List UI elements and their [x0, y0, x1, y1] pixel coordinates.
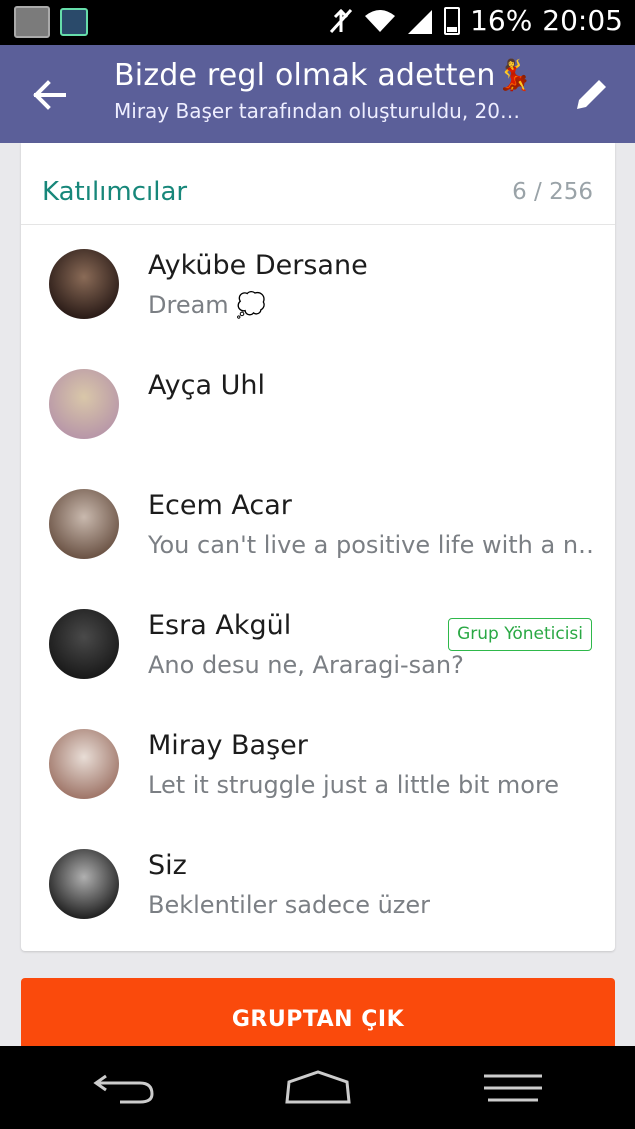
clock: 20:05 [542, 4, 623, 37]
signal-icon [408, 9, 433, 34]
back-arrow-icon[interactable] [30, 75, 70, 115]
group-subtitle: Miray Başer tarafından oluşturuldu, 20… [114, 99, 520, 123]
member-avatar[interactable] [49, 729, 119, 799]
member-row[interactable]: Miray Başer Let it struggle just a little… [21, 705, 615, 825]
member-avatar[interactable] [49, 849, 119, 919]
member-name: Siz [148, 850, 187, 881]
member-name: Ayça Uhl [148, 370, 265, 401]
member-row[interactable]: Ayça Uhl [21, 345, 615, 465]
home-nav-icon[interactable] [283, 1068, 353, 1108]
member-name: Aykübe Dersane [148, 250, 368, 281]
back-nav-icon[interactable] [90, 1068, 160, 1108]
member-status: Beklentiler sadece üzer [148, 891, 431, 919]
member-row[interactable]: Aykübe Dersane Dream 💭 [21, 225, 615, 345]
participants-label: Katılımcılar [42, 177, 188, 207]
member-avatar[interactable] [49, 249, 119, 319]
member-avatar[interactable] [49, 609, 119, 679]
participants-card: Katılımcılar 6 / 256 Aykübe Dersane Dream… [21, 143, 615, 951]
member-name: Miray Başer [148, 730, 308, 761]
leave-group-button[interactable]: GRUPTAN ÇIK [21, 978, 615, 1050]
participants-header: Katılımcılar 6 / 256 [21, 143, 615, 225]
member-status: Ano desu ne, Araragi-san? [148, 651, 464, 679]
member-row[interactable]: Siz Beklentiler sadece üzer [21, 825, 615, 945]
member-status: Dream 💭 [148, 291, 267, 319]
group-title: Bizde regl olmak adetten💃 [114, 58, 534, 93]
member-status: Let it struggle just a little bit more [148, 771, 560, 799]
operator-app-icon [14, 6, 50, 38]
member-name: Esra Akgül [148, 610, 292, 641]
app-bar: Bizde regl olmak adetten💃 Miray Başer ta… [0, 45, 635, 143]
mute-icon [329, 8, 353, 33]
member-row[interactable]: Ecem Acar You can't live a positive life … [21, 465, 615, 585]
participants-count: 6 / 256 [512, 179, 593, 205]
admin-badge: Grup Yöneticisi [448, 618, 592, 651]
member-row[interactable]: Esra Akgül Ano desu ne, Araragi-san? Grup … [21, 585, 615, 705]
status-bar: 16% 20:05 [0, 0, 635, 45]
edit-pencil-icon[interactable] [573, 75, 611, 113]
group-title-block[interactable]: Bizde regl olmak adetten💃 Miray Başer ta… [114, 58, 534, 123]
member-avatar[interactable] [49, 489, 119, 559]
battery-percent: 16% [470, 4, 533, 37]
recent-apps-nav-icon[interactable] [478, 1068, 548, 1108]
member-status: You can't live a positive life with a n…… [148, 531, 593, 559]
wifi-icon [365, 9, 396, 32]
member-name: Ecem Acar [148, 490, 292, 521]
navigation-bar [0, 1046, 635, 1129]
member-avatar[interactable] [49, 369, 119, 439]
battery-icon [444, 6, 461, 35]
activity-app-icon [60, 8, 88, 36]
